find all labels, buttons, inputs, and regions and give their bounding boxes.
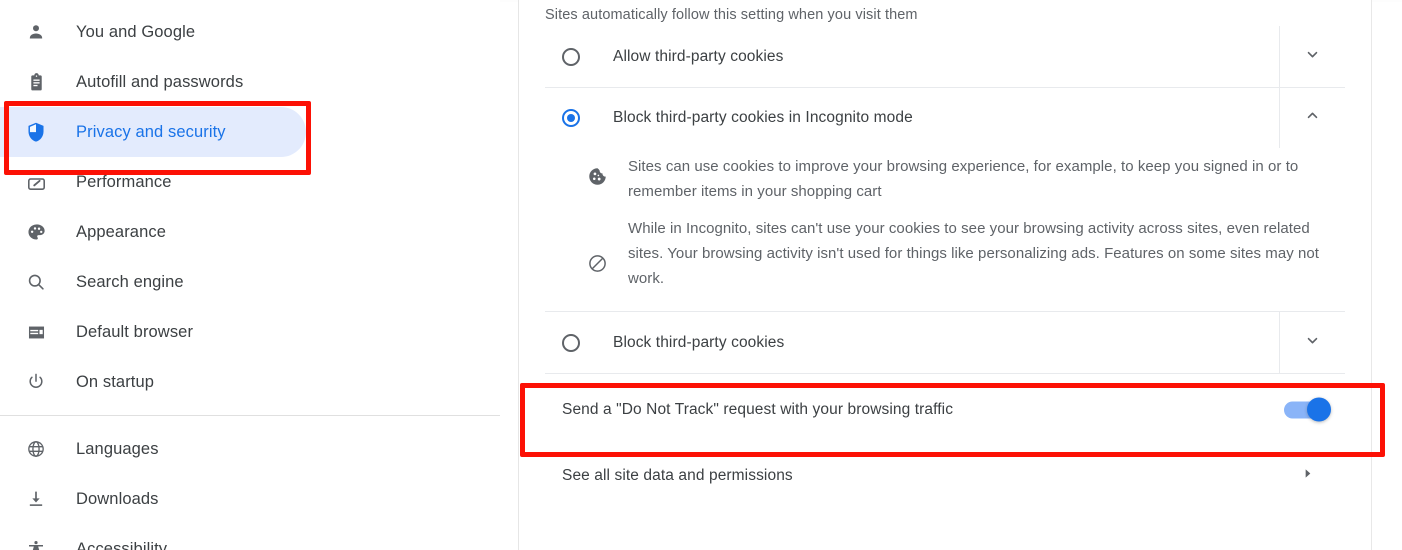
sidebar-item-label: On startup [76,372,155,391]
sidebar-item-label: Languages [76,439,159,458]
download-icon [24,487,48,511]
chevron-up-icon [1304,107,1321,129]
sidebar-item-default-browser[interactable]: Default browser [0,307,306,357]
option-label: Block third-party cookies in Incognito m… [613,109,913,126]
sidebar-item-label: Downloads [76,489,159,508]
search-icon [24,270,48,294]
sidebar-item-label: Privacy and security [76,122,226,141]
sidebar-item-languages[interactable]: Languages [0,424,306,474]
power-icon [24,370,48,394]
cookies-settings-panel: Sites automatically follow this setting … [518,0,1372,550]
sidebar-nav-list: You and Google Autofill and passwords Pr… [0,7,500,550]
detail-text: While in Incognito, sites can't use your… [628,220,1319,287]
shield-icon [24,120,48,144]
sidebar-item-on-startup[interactable]: On startup [0,357,306,407]
incognito-option-details: Sites can use cookies to improve your br… [545,148,1345,312]
sidebar-item-autofill-and-passwords[interactable]: Autofill and passwords [0,57,306,107]
sidebar-item-search-engine[interactable]: Search engine [0,257,306,307]
sidebar-item-label: Appearance [76,222,166,241]
do-not-track-toggle[interactable] [1284,397,1331,422]
sidebar-item-label: Accessibility [76,539,168,550]
sidebar-item-you-and-google[interactable]: You and Google [0,7,306,57]
detail-incognito-info: While in Incognito, sites can't use your… [545,214,1345,301]
browser-window-icon [24,320,48,344]
sidebar-item-accessibility[interactable]: Accessibility [0,524,306,550]
radio-button[interactable] [562,109,580,127]
collapse-block-incognito[interactable] [1279,88,1345,148]
do-not-track-row[interactable]: Send a "Do Not Track" request with your … [545,373,1345,445]
expand-block-third-party-cookies[interactable] [1279,312,1345,373]
sidebar-item-label: Autofill and passwords [76,72,244,91]
accessibility-icon [24,537,48,550]
block-icon [585,251,609,275]
detail-cookies-info: Sites can use cookies to improve your br… [545,152,1345,214]
sidebar-item-label: Default browser [76,322,194,341]
see-all-site-data-label: See all site data and permissions [562,467,793,484]
detail-text: Sites can use cookies to improve your br… [628,158,1299,200]
palette-icon [24,220,48,244]
option-allow-third-party-cookies[interactable]: Allow third-party cookies [545,26,1345,87]
person-icon [24,20,48,44]
chevron-down-icon [1304,46,1321,68]
option-block-third-party-cookies-incognito[interactable]: Block third-party cookies in Incognito m… [545,87,1345,148]
expand-allow-third-party-cookies[interactable] [1279,26,1345,87]
chevron-down-icon [1304,332,1321,354]
option-label: Block third-party cookies [613,333,785,351]
settings-sidebar: You and Google Autofill and passwords Pr… [0,0,500,550]
option-block-third-party-cookies[interactable]: Block third-party cookies [545,312,1345,373]
cookie-icon [585,164,609,188]
do-not-track-label: Send a "Do Not Track" request with your … [562,400,954,418]
sidebar-item-privacy-and-security[interactable]: Privacy and security [0,107,306,157]
clipboard-icon [24,70,48,94]
sidebar-item-label: Search engine [76,272,184,291]
globe-icon [24,437,48,461]
speedometer-icon [24,170,48,194]
sidebar-item-downloads[interactable]: Downloads [0,474,306,524]
sidebar-item-performance[interactable]: Performance [0,157,306,207]
see-all-site-data-row[interactable]: See all site data and permissions [545,445,1345,507]
toggle-knob [1307,397,1331,422]
sidebar-divider [0,415,500,416]
sidebar-item-appearance[interactable]: Appearance [0,207,306,257]
arrow-right-icon [1301,467,1314,485]
settings-screen: You and Google Autofill and passwords Pr… [0,0,1402,550]
section-caption: Sites automatically follow this setting … [545,7,918,23]
sidebar-item-label: You and Google [76,22,196,41]
radio-button[interactable] [562,47,580,66]
option-label: Allow third-party cookies [613,47,784,65]
radio-button[interactable] [562,333,580,352]
cookies-card: Sites automatically follow this setting … [519,0,1371,507]
sidebar-item-label: Performance [76,172,172,191]
